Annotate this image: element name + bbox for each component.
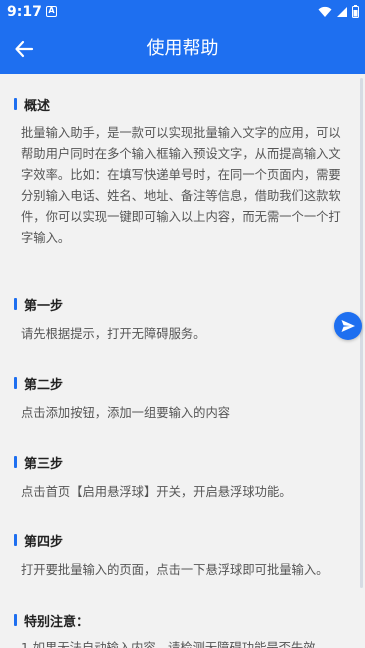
send-icon — [341, 320, 355, 332]
help-content[interactable]: 概述 批量输入助手，是一款可以实现批量输入文字的应用，可以帮助用户同时在多个输入… — [0, 74, 365, 648]
section-step3-title: 第三步 — [14, 452, 63, 472]
section-step4-body: 打开要批量输入的页面，点击一下悬浮球即可批量输入。 — [21, 563, 329, 577]
section-step2-title: 第二步 — [14, 373, 63, 393]
section-overview-body: 批量输入助手，是一款可以实现批量输入文字的应用，可以帮助用户同时在多个输入框输入… — [21, 126, 341, 245]
status-bar: 9:17 A — [0, 0, 365, 24]
section-notice-body: 1.如果无法自动输入内容，请检测无障碍功能是否失效 — [21, 641, 316, 648]
floating-ball-button[interactable] — [334, 312, 362, 340]
section-step4-title: 第四步 — [14, 530, 63, 550]
section-heading: 第一步 — [24, 298, 64, 314]
section-heading: 特别注意： — [24, 614, 90, 630]
section-step1-body: 请先根据提示，打开无障碍服务。 — [21, 327, 206, 341]
section-marker — [14, 534, 17, 546]
section-step3-body: 点击首页【启用悬浮球】开关，开启悬浮球功能。 — [21, 485, 292, 499]
section-notice-title: 特别注意： — [14, 610, 89, 630]
section-marker — [14, 456, 17, 468]
battery-icon — [352, 5, 359, 18]
signal-icon — [337, 6, 347, 17]
status-icons — [318, 5, 359, 18]
scrollbar[interactable] — [360, 78, 363, 588]
app-bar: 使用帮助 — [0, 24, 365, 74]
section-marker — [14, 377, 17, 389]
section-overview-title: 概述 — [14, 94, 50, 114]
section-heading: 第四步 — [24, 534, 64, 550]
status-time: 9:17 — [7, 4, 42, 20]
notification-a-icon: A — [46, 6, 57, 17]
page-title: 使用帮助 — [146, 38, 219, 59]
section-marker — [14, 614, 17, 626]
section-heading: 概述 — [24, 98, 51, 114]
section-heading: 第三步 — [24, 456, 64, 472]
section-heading: 第二步 — [24, 377, 64, 393]
section-marker — [14, 98, 17, 110]
section-step2-body: 点击添加按钮，添加一组要输入的内容 — [21, 406, 231, 420]
wifi-icon — [318, 6, 332, 17]
section-step1-title: 第一步 — [14, 294, 63, 314]
section-marker — [14, 298, 17, 310]
